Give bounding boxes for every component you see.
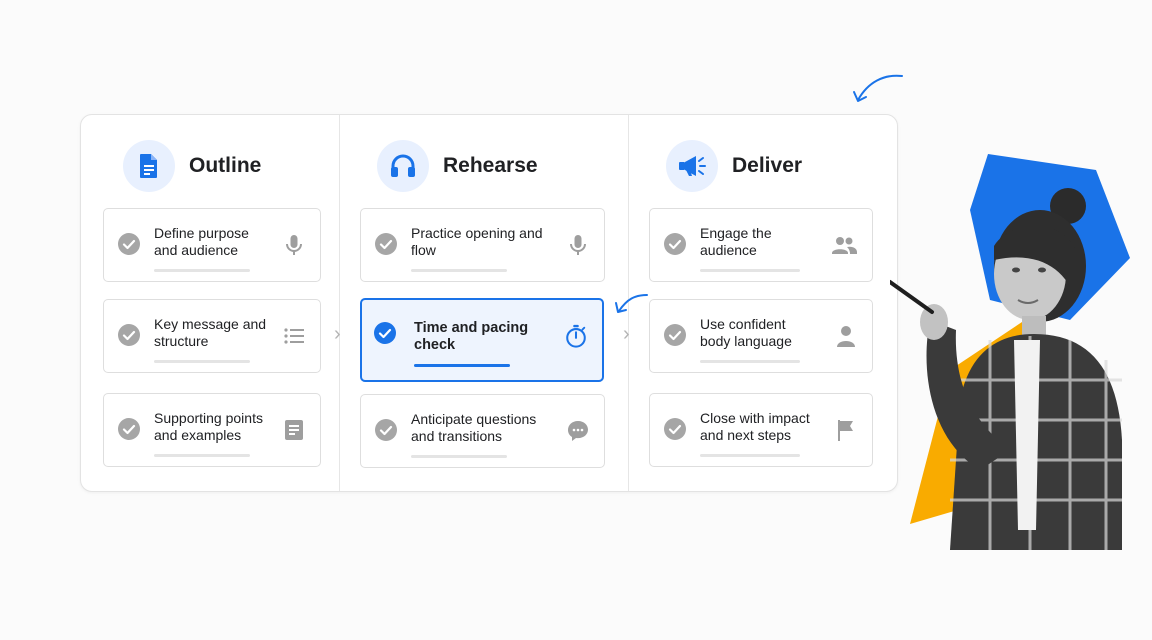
- progress-bar: [414, 364, 510, 367]
- step-card-active[interactable]: Time and pacing check: [360, 298, 604, 382]
- notes-icon: [285, 420, 303, 440]
- column-divider: [339, 115, 340, 491]
- progress-bar: [154, 360, 250, 363]
- step-card[interactable]: Engage the audience: [649, 208, 873, 282]
- step-label: Time and pacing check: [414, 320, 529, 353]
- column-title: Rehearse: [443, 154, 538, 177]
- flag-icon: [838, 420, 853, 441]
- progress-bar: [700, 360, 800, 363]
- microphone-icon: [286, 235, 302, 255]
- progress-bar: [154, 454, 250, 457]
- step-card[interactable]: Anticipate questions and transitions: [360, 394, 605, 468]
- step-label: Define purpose and audience: [154, 225, 249, 258]
- microphone-icon: [570, 235, 586, 255]
- document-icon: [123, 140, 175, 192]
- check-circle-icon: [374, 322, 396, 344]
- step-card[interactable]: Define purpose and audience: [103, 208, 321, 282]
- step-label: Supporting points and examples: [154, 410, 263, 443]
- step-card[interactable]: Use confident body language: [649, 299, 873, 373]
- curved-arrow-icon: [853, 74, 903, 102]
- check-circle-icon: [118, 418, 140, 440]
- presentation-steps-board: Outline Rehearse Deliver Define purpose …: [80, 114, 898, 492]
- step-label: Anticipate questions and transitions: [411, 411, 537, 444]
- headphones-icon: [377, 140, 429, 192]
- column-title: Deliver: [732, 154, 803, 177]
- step-label: Close with impact and next steps: [700, 410, 810, 443]
- chat-bubble-icon: [568, 421, 588, 441]
- person-icon: [837, 326, 855, 347]
- list-icon: [284, 328, 304, 344]
- step-card[interactable]: Close with impact and next steps: [649, 393, 873, 467]
- column-header-deliver: Deliver: [666, 140, 802, 192]
- check-circle-icon: [375, 419, 397, 441]
- progress-bar: [700, 454, 800, 457]
- presenter-illustration: [890, 154, 1130, 550]
- step-card[interactable]: Key message and structure: [103, 299, 321, 373]
- people-icon: [832, 237, 857, 254]
- check-circle-icon: [375, 233, 397, 255]
- progress-bar: [411, 455, 507, 458]
- progress-bar: [700, 269, 800, 272]
- megaphone-icon: [666, 140, 718, 192]
- step-label: Key message and structure: [154, 316, 267, 349]
- check-circle-icon: [664, 418, 686, 440]
- step-card[interactable]: Supporting points and examples: [103, 393, 321, 467]
- check-circle-icon: [118, 324, 140, 346]
- chevron-right-icon: ›: [334, 323, 341, 345]
- step-label: Practice opening and flow: [411, 225, 543, 258]
- check-circle-icon: [118, 233, 140, 255]
- progress-bar: [411, 269, 507, 272]
- step-card[interactable]: Practice opening and flow: [360, 208, 605, 282]
- check-circle-icon: [664, 233, 686, 255]
- step-label: Use confident body language: [700, 316, 792, 349]
- column-header-rehearse: Rehearse: [377, 140, 538, 192]
- column-header-outline: Outline: [123, 140, 261, 192]
- check-circle-icon: [664, 324, 686, 346]
- column-title: Outline: [189, 154, 262, 177]
- step-label: Engage the audience: [700, 225, 772, 258]
- timer-icon: [566, 324, 586, 348]
- curved-arrow-icon: [615, 294, 648, 313]
- chevron-right-icon: ›: [623, 323, 630, 345]
- progress-bar: [154, 269, 250, 272]
